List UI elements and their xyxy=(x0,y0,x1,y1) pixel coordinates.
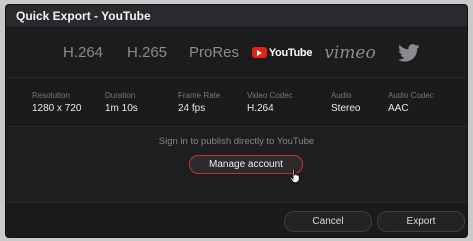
cancel-button[interactable]: Cancel xyxy=(284,211,372,232)
info-resolution: Resolution 1280 x 720 xyxy=(32,91,82,115)
info-duration: Duration 1m 10s xyxy=(105,91,138,115)
info-value: 24 fps xyxy=(178,103,206,114)
tab-h264[interactable]: H.264 xyxy=(54,28,112,77)
info-value: 1280 x 720 xyxy=(32,103,82,114)
info-value: Stereo xyxy=(331,103,361,114)
info-label: Audio Codec xyxy=(388,91,434,100)
info-label: Audio xyxy=(331,91,352,100)
hand-pointer-icon xyxy=(289,168,300,183)
tab-vimeo[interactable]: vimeo xyxy=(318,28,382,77)
info-video-codec: Video Codec H.264 xyxy=(247,91,293,115)
tab-h265[interactable]: H.265 xyxy=(118,28,176,77)
tab-prores[interactable]: ProRes xyxy=(184,28,244,77)
info-value: 1m 10s xyxy=(105,103,138,114)
youtube-wordmark: YouTube xyxy=(268,46,313,59)
manage-account-button[interactable]: Manage account xyxy=(189,155,303,174)
dialog-footer: Cancel Export xyxy=(6,202,467,237)
twitter-bird-icon xyxy=(398,43,420,62)
export-button[interactable]: Export xyxy=(377,211,465,232)
info-value: AAC xyxy=(388,103,409,114)
info-audio: Audio Stereo xyxy=(331,91,360,115)
youtube-play-icon xyxy=(251,47,267,58)
quick-export-dialog: Quick Export - YouTube H.264 H.265 ProRe… xyxy=(6,5,467,237)
format-tabs: H.264 H.265 ProRes YouTube vimeo xyxy=(6,28,467,78)
tab-youtube[interactable]: YouTube xyxy=(250,28,314,77)
info-label: Frame Rate xyxy=(178,91,221,100)
info-label: Duration xyxy=(105,91,136,100)
info-audio-codec: Audio Codec AAC xyxy=(388,91,434,115)
signin-message: Sign in to publish directly to YouTube xyxy=(158,136,315,147)
info-label: Video Codec xyxy=(247,91,293,100)
info-value: H.264 xyxy=(247,103,274,114)
window-title: Quick Export - YouTube xyxy=(6,5,467,28)
export-settings-summary: Resolution 1280 x 720 Duration 1m 10s Fr… xyxy=(6,78,467,127)
info-frame-rate: Frame Rate 24 fps xyxy=(178,91,220,115)
tab-twitter[interactable] xyxy=(392,28,426,77)
info-label: Resolution xyxy=(32,91,70,100)
